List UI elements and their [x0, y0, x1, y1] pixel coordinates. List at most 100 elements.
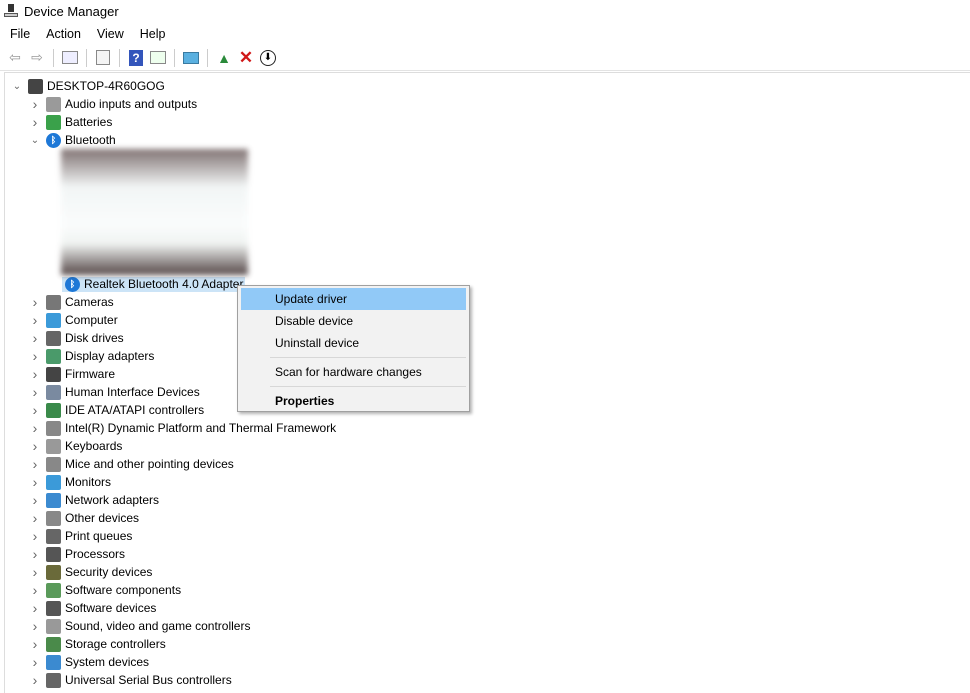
selected-device[interactable]: ᛒ Realtek Bluetooth 4.0 Adapter — [62, 276, 246, 292]
storage-controller-icon — [46, 636, 61, 652]
tree-item-label: Network adapters — [65, 493, 160, 507]
tree-item-label: Bluetooth — [65, 133, 116, 147]
menu-separator — [270, 357, 466, 358]
tree-item[interactable]: › Intel(R) Dynamic Platform and Thermal F… — [5, 419, 970, 437]
menu-file[interactable]: File — [2, 27, 38, 41]
tree-item[interactable]: › Print queues — [5, 527, 970, 545]
chevron-right-icon[interactable]: › — [27, 564, 43, 580]
tree-item[interactable]: › Storage controllers — [5, 635, 970, 653]
disable-icon[interactable]: ⬇ — [259, 49, 277, 67]
camera-icon — [46, 294, 61, 310]
tree-item[interactable]: › Software components — [5, 581, 970, 599]
tree-item[interactable]: › Display adapters — [5, 347, 970, 365]
tree-root[interactable]: ⌄ DESKTOP-4R60GOG — [5, 77, 970, 95]
scan-hardware-icon[interactable] — [182, 49, 200, 67]
chevron-right-icon[interactable]: › — [27, 96, 43, 112]
chevron-right-icon[interactable]: › — [27, 420, 43, 436]
back-icon[interactable]: ⇦ — [6, 49, 24, 67]
tree-item[interactable]: › Monitors — [5, 473, 970, 491]
chevron-right-icon[interactable]: › — [27, 510, 43, 526]
bluetooth-icon: ᛒ — [65, 276, 80, 292]
tree-item-label: Human Interface Devices — [65, 385, 200, 399]
tree-item[interactable]: › System devices — [5, 653, 970, 671]
menu-item-disable-device[interactable]: Disable device — [241, 310, 466, 332]
firmware-icon — [46, 366, 61, 382]
chevron-right-icon[interactable]: › — [27, 492, 43, 508]
tree-item-label: Intel(R) Dynamic Platform and Thermal Fr… — [65, 421, 337, 435]
tree-item-label: Storage controllers — [65, 637, 166, 651]
toolbar-divider — [207, 48, 208, 67]
tree-item[interactable]: › IDE ATA/ATAPI controllers — [5, 401, 970, 419]
chevron-right-icon[interactable]: › — [27, 456, 43, 472]
chevron-right-icon[interactable]: › — [27, 366, 43, 382]
chevron-right-icon[interactable]: › — [27, 600, 43, 616]
tree-item[interactable]: › Universal Serial Bus controllers — [5, 671, 970, 689]
chevron-right-icon[interactable]: › — [27, 312, 43, 328]
toolbar-divider — [53, 48, 54, 67]
chevron-right-icon[interactable]: › — [27, 294, 43, 310]
chevron-right-icon[interactable]: › — [27, 384, 43, 400]
chevron-right-icon[interactable]: › — [27, 654, 43, 670]
tree-item-label: Software devices — [65, 601, 157, 615]
chevron-right-icon[interactable]: › — [27, 672, 43, 688]
chevron-right-icon[interactable]: › — [27, 330, 43, 346]
battery-icon — [46, 114, 61, 130]
tree-item[interactable]: › Software devices — [5, 599, 970, 617]
tree-item[interactable]: › Audio inputs and outputs — [5, 95, 970, 113]
toolbar-divider — [86, 48, 87, 67]
chevron-right-icon[interactable]: › — [27, 618, 43, 634]
menu-view[interactable]: View — [89, 27, 132, 41]
menu-help[interactable]: Help — [132, 27, 174, 41]
chevron-right-icon[interactable]: › — [27, 114, 43, 130]
tree-item[interactable]: › Processors — [5, 545, 970, 563]
tree-item-label: Mice and other pointing devices — [65, 457, 234, 471]
menu-item-update-driver[interactable]: Update driver — [241, 288, 466, 310]
chevron-down-icon[interactable]: ⌄ — [9, 81, 25, 92]
help-icon[interactable]: ? — [127, 49, 145, 67]
speaker-icon — [46, 96, 61, 112]
chevron-right-icon[interactable]: › — [27, 438, 43, 454]
tree-item[interactable]: › Batteries — [5, 113, 970, 131]
forward-icon[interactable]: ⇨ — [28, 49, 46, 67]
tree-item[interactable]: › Disk drives — [5, 329, 970, 347]
chevron-down-icon[interactable]: ⌄ — [27, 135, 43, 146]
tree-item[interactable]: › Firmware — [5, 365, 970, 383]
chevron-right-icon[interactable]: › — [27, 402, 43, 418]
tree-item[interactable]: › Cameras — [5, 293, 970, 311]
toolbar-divider — [174, 48, 175, 67]
device-manager-icon — [4, 4, 18, 18]
tree-item[interactable]: › Keyboards — [5, 437, 970, 455]
tree-item[interactable]: › Security devices — [5, 563, 970, 581]
software-device-icon — [46, 600, 61, 616]
menu-item-uninstall-device[interactable]: Uninstall device — [241, 332, 466, 354]
tree-item[interactable]: › Other devices — [5, 509, 970, 527]
tree-item[interactable]: › Human Interface Devices — [5, 383, 970, 401]
tree-item[interactable]: › Sound, video and game controllers — [5, 617, 970, 635]
software-component-icon — [46, 582, 61, 598]
chevron-right-icon[interactable]: › — [27, 546, 43, 562]
network-adapter-icon — [46, 492, 61, 508]
chevron-right-icon[interactable]: › — [27, 528, 43, 544]
chevron-right-icon[interactable]: › — [27, 582, 43, 598]
menu-action[interactable]: Action — [38, 27, 89, 41]
uninstall-icon[interactable]: ✕ — [237, 48, 255, 67]
chevron-right-icon[interactable]: › — [27, 474, 43, 490]
show-hide-console-tree-icon[interactable] — [61, 49, 79, 67]
tree-item-bluetooth[interactable]: ⌄ ᛒ Bluetooth — [5, 131, 970, 149]
show-action-pane-icon[interactable] — [149, 49, 167, 67]
chevron-right-icon[interactable]: › — [27, 636, 43, 652]
tree-item-label: IDE ATA/ATAPI controllers — [65, 403, 205, 417]
properties-icon[interactable] — [94, 49, 112, 67]
update-driver-icon[interactable]: ▲ — [215, 49, 233, 67]
tree-item[interactable]: › Mice and other pointing devices — [5, 455, 970, 473]
menu-item-scan-hardware[interactable]: Scan for hardware changes — [241, 361, 466, 383]
menu-item-properties[interactable]: Properties — [241, 390, 466, 412]
computer-icon — [46, 312, 61, 328]
tree-root-label: DESKTOP-4R60GOG — [47, 79, 165, 93]
tree-item[interactable]: › Computer — [5, 311, 970, 329]
chevron-right-icon[interactable]: › — [27, 348, 43, 364]
tree-item[interactable]: › Network adapters — [5, 491, 970, 509]
tree-item-label: Keyboards — [65, 439, 123, 453]
tree-item-label: Sound, video and game controllers — [65, 619, 251, 633]
tree-item-realtek-bluetooth-adapter[interactable]: ᛒ Realtek Bluetooth 4.0 Adapter — [5, 275, 970, 293]
